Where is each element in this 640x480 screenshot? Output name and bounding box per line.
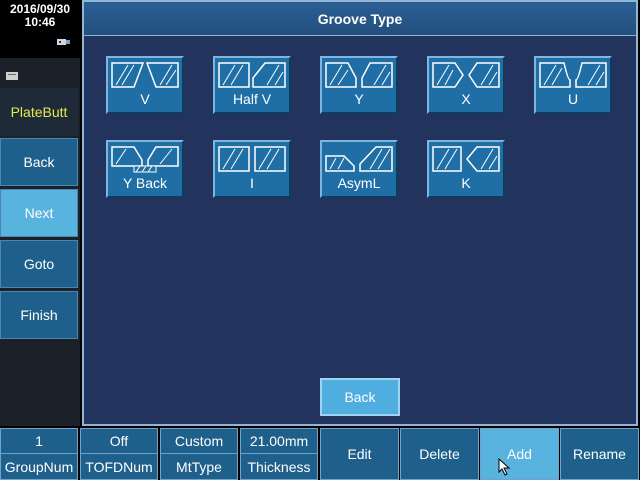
group-num-param[interactable]: 1 GroupNum — [0, 428, 78, 480]
groove-label: V — [140, 91, 150, 107]
delete-button[interactable]: Delete — [400, 428, 479, 480]
back-side-button[interactable]: Back — [0, 138, 78, 186]
v-groove-icon — [111, 62, 179, 88]
groove-x-button[interactable]: X — [427, 56, 505, 114]
groove-label: AsymL — [337, 175, 381, 191]
x-groove-icon — [432, 62, 500, 88]
storage-card-icon — [6, 72, 18, 80]
groove-label: Y — [354, 91, 364, 107]
half-v-groove-icon — [218, 62, 286, 88]
mode-label: PlateButt — [0, 88, 78, 136]
groove-label: X — [461, 91, 471, 107]
groove-label: Y Back — [122, 175, 168, 191]
back-button[interactable]: Back — [320, 378, 400, 416]
mouse-cursor-icon — [498, 458, 511, 476]
groove-k-button[interactable]: K — [427, 140, 505, 198]
groove-y-button[interactable]: Y — [320, 56, 398, 114]
y-groove-icon — [325, 62, 393, 88]
groove-label: Half V — [232, 91, 272, 107]
param-value: Off — [81, 429, 157, 454]
mt-type-param[interactable]: Custom MtType — [160, 428, 238, 480]
next-side-button[interactable]: Next — [0, 189, 78, 237]
param-value: Custom — [161, 429, 237, 454]
u-groove-icon — [539, 62, 607, 88]
i-groove-icon — [218, 146, 286, 172]
groove-v-button[interactable]: V — [106, 56, 184, 114]
rename-button[interactable]: Rename — [560, 428, 639, 480]
groove-label: I — [250, 175, 254, 191]
edit-button[interactable]: Edit — [320, 428, 399, 480]
param-name: Thickness — [247, 458, 311, 475]
groove-i-button[interactable]: I — [213, 140, 291, 198]
param-value: 21.00mm — [241, 429, 317, 454]
clock: 2016/09/30 10:46 — [0, 0, 80, 58]
finish-side-button[interactable]: Finish — [0, 291, 78, 339]
groove-u-button[interactable]: U — [534, 56, 612, 114]
param-value: 1 — [1, 429, 77, 454]
goto-side-button[interactable]: Goto — [0, 240, 78, 288]
time-text: 10:46 — [24, 15, 56, 29]
groove-label: K — [461, 175, 471, 191]
groove-y-back-button[interactable]: Y Back — [106, 140, 184, 198]
panel-title: Groove Type — [84, 2, 636, 36]
param-name: TOFDNum — [85, 458, 153, 475]
tofd-num-param[interactable]: Off TOFDNum — [80, 428, 158, 480]
param-name: GroupNum — [4, 458, 74, 475]
groove-asym-l-button[interactable]: AsymL — [320, 140, 398, 198]
groove-label: U — [567, 91, 579, 107]
thickness-param[interactable]: 21.00mm Thickness — [240, 428, 318, 480]
groove-type-panel: Groove Type V Half V Y X U Y Back I Asym… — [82, 0, 638, 426]
k-groove-icon — [432, 146, 500, 172]
usb-icon — [57, 39, 70, 45]
asym-l-groove-icon — [325, 146, 393, 172]
add-button[interactable]: Add — [480, 428, 559, 480]
param-name: MtType — [176, 458, 222, 475]
y-back-groove-icon — [111, 146, 179, 173]
bottom-bar: 1 GroupNum Off TOFDNum Custom MtType 21.… — [0, 428, 640, 480]
left-panel: 2016/09/30 10:46 PlateButt Back Next Got… — [0, 0, 80, 426]
groove-half-v-button[interactable]: Half V — [213, 56, 291, 114]
